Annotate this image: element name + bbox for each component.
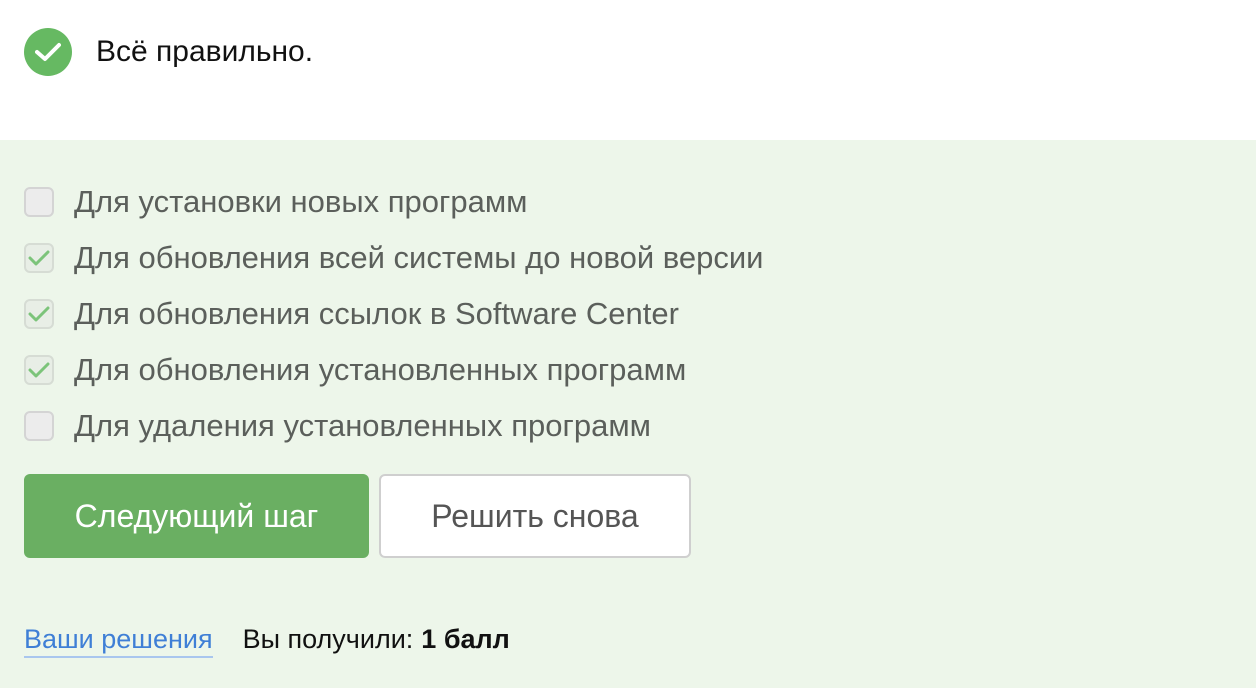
checkbox[interactable] — [24, 355, 54, 385]
result-footer: Ваши решения Вы получили: 1 балл — [24, 624, 510, 658]
option-label: Для установки новых программ — [74, 184, 528, 219]
score-value: 1 балл — [421, 624, 510, 654]
score-prefix: Вы получили: — [242, 624, 414, 654]
check-circle-icon — [24, 28, 72, 76]
status-text: Всё правильно. — [96, 35, 314, 68]
checkbox[interactable] — [24, 187, 54, 217]
next-step-button[interactable]: Следующий шаг — [24, 474, 369, 558]
quiz-panel: Для установки новых программ Для обновле… — [0, 140, 1256, 688]
checkbox[interactable] — [24, 411, 54, 441]
status-message: Всё правильно. — [24, 28, 313, 76]
option-item[interactable]: Для обновления установленных программ — [24, 342, 764, 398]
option-label: Для обновления всей системы до новой вер… — [74, 240, 764, 275]
checkmark-icon — [28, 362, 50, 378]
solve-again-button[interactable]: Решить снова — [379, 474, 691, 558]
option-item[interactable]: Для удаления установленных программ — [24, 398, 764, 454]
option-label: Для обновления установленных программ — [74, 352, 687, 387]
options-list: Для установки новых программ Для обновле… — [24, 174, 764, 454]
action-buttons: Следующий шаг Решить снова — [24, 474, 691, 558]
option-label: Для удаления установленных программ — [74, 408, 651, 443]
your-solutions-link[interactable]: Ваши решения — [24, 624, 213, 658]
option-label: Для обновления ссылок в Software Center — [74, 296, 679, 331]
checkbox[interactable] — [24, 243, 54, 273]
option-item[interactable]: Для обновления ссылок в Software Center — [24, 286, 764, 342]
checkmark-icon — [28, 306, 50, 322]
option-item[interactable]: Для установки новых программ — [24, 174, 764, 230]
checkbox[interactable] — [24, 299, 54, 329]
option-item[interactable]: Для обновления всей системы до новой вер… — [24, 230, 764, 286]
feedback-header: Всё правильно. — [0, 0, 1256, 140]
checkmark-icon — [28, 250, 50, 266]
